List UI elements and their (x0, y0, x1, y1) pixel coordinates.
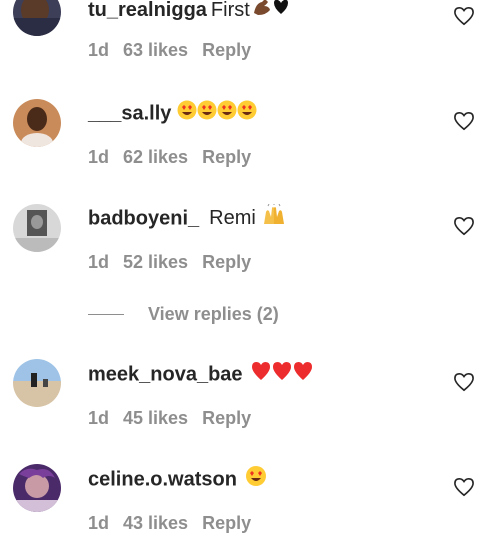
comment-line: meek_nova_bae (88, 360, 315, 388)
heart-icon[interactable] (453, 6, 475, 26)
username[interactable]: tu_realnigga (88, 0, 207, 21)
avatar[interactable] (13, 204, 61, 252)
divider (88, 313, 124, 315)
comment-emoji (252, 0, 290, 25)
comment-item: ___sa.lly 1d 62 likes Reply (0, 93, 498, 193)
likes-count[interactable]: 45 likes (123, 408, 188, 428)
view-replies-label: View replies (2) (148, 303, 279, 324)
view-replies-button[interactable]: View replies (2) (88, 300, 348, 328)
comment-item: badboyeni_ Remi 1d 52 likes Reply (0, 198, 498, 298)
reply-button[interactable]: Reply (202, 252, 251, 272)
likes-count[interactable]: 52 likes (123, 252, 188, 272)
comment-line: celine.o.watson (88, 465, 267, 493)
likes-count[interactable]: 62 likes (123, 147, 188, 167)
reply-button[interactable]: Reply (202, 147, 251, 167)
avatar[interactable] (13, 99, 61, 147)
comment-line: ___sa.lly (88, 99, 259, 127)
comment-time: 1d (88, 513, 110, 533)
comment-emoji (251, 360, 315, 390)
comment-item: meek_nova_bae 1d 45 likes Reply (0, 354, 498, 454)
heart-eyes-emoji-icon (245, 466, 266, 486)
heart-icon[interactable] (453, 111, 475, 131)
heart-icon[interactable] (453, 477, 475, 497)
likes-count[interactable]: 63 likes (123, 40, 188, 60)
red-heart-icon (251, 362, 312, 380)
reply-button[interactable]: Reply (202, 408, 251, 428)
likes-count[interactable]: 43 likes (123, 513, 188, 533)
flexed-biceps-icon (253, 0, 288, 15)
username[interactable]: badboyeni_ (88, 207, 199, 229)
comment-line: badboyeni_ Remi (88, 203, 286, 234)
reply-button[interactable]: Reply (202, 513, 251, 533)
heart-icon[interactable] (453, 216, 475, 236)
raising-hands-icon (263, 203, 284, 224)
comment-meta: 1d 45 likes Reply (88, 406, 265, 430)
comment-item: tu_realnigga First 1d 63 likes Reply (0, 0, 498, 88)
comment-emoji (262, 203, 286, 234)
comment-meta: 1d 52 likes Reply (88, 250, 265, 274)
comment-time: 1d (88, 40, 110, 60)
username[interactable]: meek_nova_bae (88, 363, 243, 385)
comment-time: 1d (88, 408, 110, 428)
comment-meta: 1d 63 likes Reply (88, 38, 265, 62)
username[interactable]: ___sa.lly (88, 102, 171, 124)
comment-meta: 1d 43 likes Reply (88, 511, 265, 535)
comment-time: 1d (88, 147, 110, 167)
comment-text: Remi (209, 207, 256, 230)
avatar[interactable] (13, 464, 61, 512)
comment-line: tu_realnigga First (88, 0, 290, 24)
heart-icon[interactable] (453, 372, 475, 392)
comment-meta: 1d 62 likes Reply (88, 145, 265, 169)
username[interactable]: celine.o.watson (88, 468, 237, 490)
avatar[interactable] (13, 0, 61, 36)
comment-time: 1d (88, 252, 110, 272)
reply-button[interactable]: Reply (202, 40, 251, 60)
comment-item: celine.o.watson 1d 43 likes Reply (0, 459, 498, 559)
comment-emoji (245, 465, 267, 495)
comment-emoji (177, 99, 259, 129)
avatar[interactable] (13, 359, 61, 407)
heart-eyes-emoji-icon (177, 100, 257, 120)
comment-text: First (210, 0, 250, 21)
